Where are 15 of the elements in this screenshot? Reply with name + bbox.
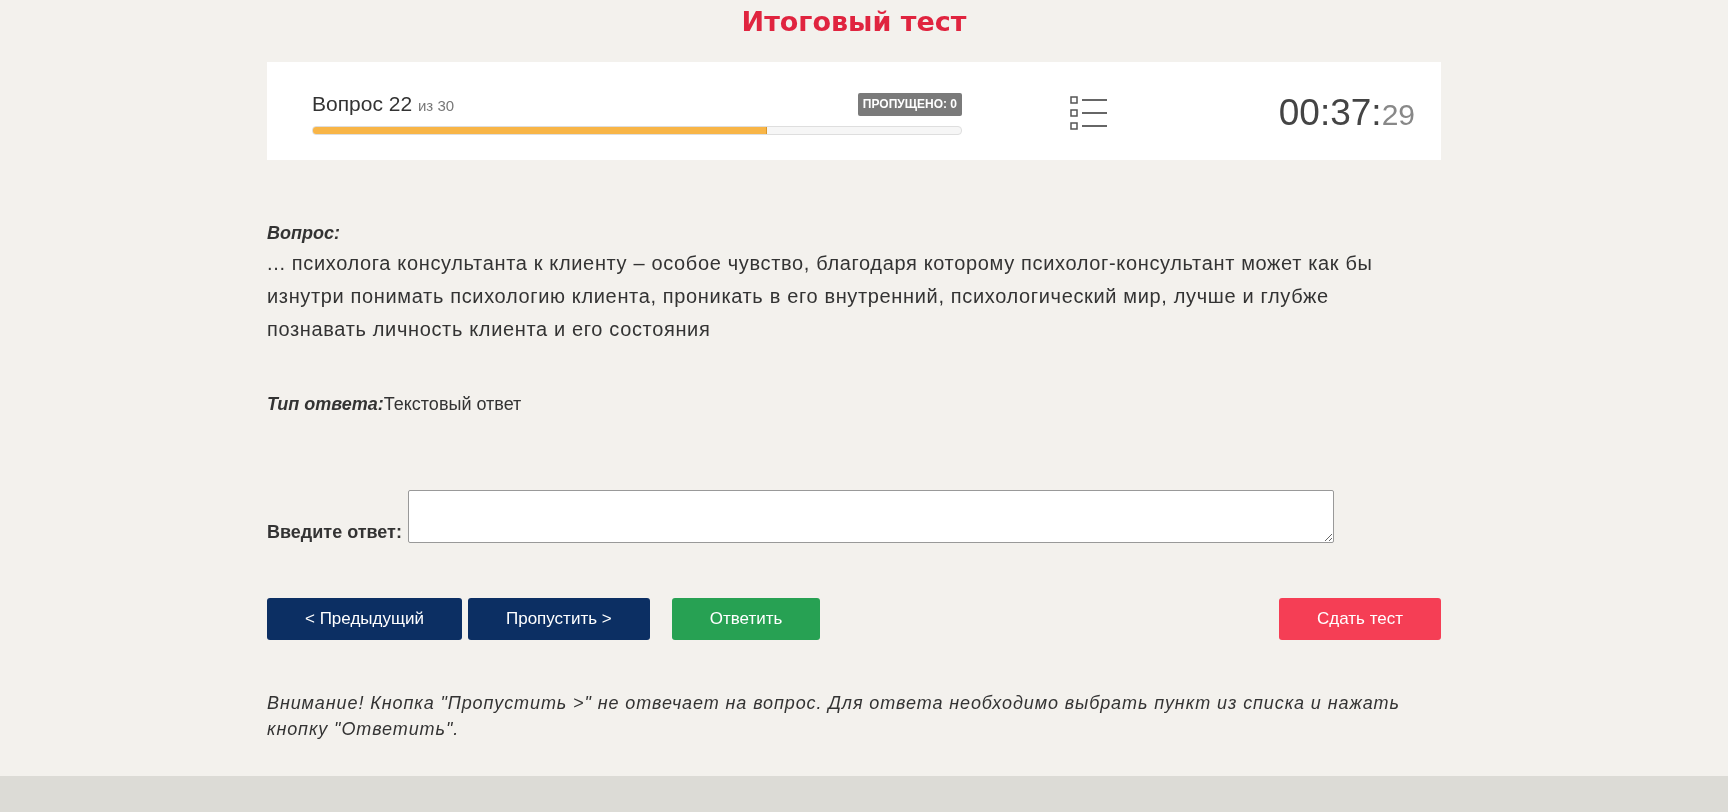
warning-note: Внимание! Кнопка "Пропустить >" не отвечает на вопрос. Для ответа необходимо выбрать пункт из списка и нажать кнопку "Ответить". xyxy=(267,692,1401,741)
skipped-badge: ПРОПУЩЕНО: 0 xyxy=(857,92,962,116)
question-heading: Вопрос: xyxy=(267,222,341,245)
answer-field[interactable] xyxy=(407,490,1334,543)
nav-button[interactable]: < Предыдущий xyxy=(267,598,462,640)
list-icon[interactable] xyxy=(1070,95,1108,131)
submit-test-button[interactable]: Сдать тест xyxy=(1279,598,1441,640)
nav-button[interactable]: Пропустить > xyxy=(467,598,650,640)
answer-label: Введите ответ: xyxy=(267,521,402,543)
timer-text: 00:37:29 xyxy=(1278,92,1415,134)
question-counter: Вопрос 22 из 30 xyxy=(312,91,455,117)
question-text: ... психолога консультанта к клиенту – особое чувство, благодаря которому психолог-консультант может как бы изнутри понимать психологию клиента, проникать в его внутренний, психологический мир, лучше и глубже познавать личность клиента и его состояния xyxy=(267,251,1374,342)
answer-type-value: Текстовый ответ xyxy=(383,394,522,414)
page-title: Итоговый тест xyxy=(740,5,968,39)
answer-type-label: Тип ответа: xyxy=(267,394,384,414)
